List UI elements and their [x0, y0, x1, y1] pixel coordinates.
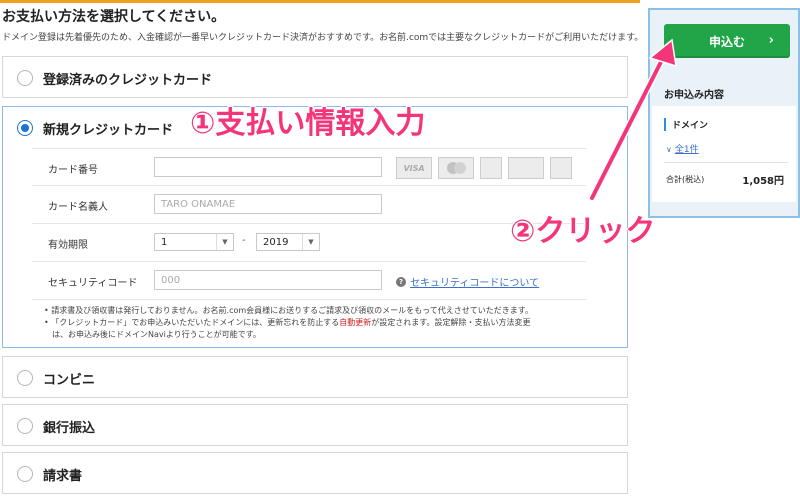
method-head: 請求書	[17, 463, 82, 485]
page-title: お支払い方法を選択してください。	[2, 9, 226, 25]
amex-logo-icon	[550, 157, 572, 179]
expiry-year-value: 2019	[263, 236, 289, 248]
mastercard-logo-icon	[438, 157, 474, 179]
method-head: コンビニ	[17, 367, 95, 389]
expiry-year-select[interactable]: 2019 ▼	[256, 233, 320, 251]
security-label: セキュリティコード	[48, 278, 138, 289]
page-subtext: ドメイン登録は先着優先のため、入金確認が一番早いクレジットカード決済がおすすめで…	[2, 33, 644, 43]
radio-invoice[interactable]	[17, 466, 33, 482]
method-head: 新規クレジットカード	[17, 117, 173, 139]
auto-renew-text: 自動更新	[339, 318, 372, 327]
method-bank[interactable]: 銀行振込	[2, 404, 628, 446]
note-line: は、お申込み後にドメインNaviより行うことが可能です。	[52, 330, 261, 339]
apply-label: 申込む	[708, 34, 745, 49]
annotation-step1: ①支払い情報入力	[189, 105, 426, 142]
note-line: • 請求書及び領収書は発行しておりません。お名前.com会員様にお送りするご請求…	[44, 306, 533, 315]
card-name-row: カード名義人	[32, 186, 586, 224]
payment-notes: • 請求書及び領収書は発行しておりません。お名前.com会員様にお送りするご請求…	[44, 305, 533, 341]
domain-count-text: 全1件	[674, 145, 699, 155]
method-label: 新規クレジットカード	[43, 122, 174, 138]
note-text: • 「クレジットカード」でお申込みいただいたドメインには、更新忘れを防止する	[44, 318, 340, 327]
expiry-row: 有効期限 1 ▼ - 2019 ▼	[32, 224, 586, 262]
order-sidebar: 申込む › お申込み内容 ドメイン ∨ 全1件 合計(税込) 1,058円	[648, 8, 800, 218]
method-label: 銀行振込	[43, 420, 96, 436]
summary-domain-label: ドメイン	[664, 118, 708, 131]
radio-convenience[interactable]	[17, 370, 33, 386]
method-label: 請求書	[43, 468, 83, 484]
method-registered-card[interactable]: 登録済みのクレジットカード	[2, 56, 628, 98]
domain-count-link[interactable]: ∨ 全1件	[666, 142, 699, 155]
radio-new-card[interactable]	[17, 120, 33, 136]
method-convenience[interactable]: コンビニ	[2, 356, 628, 398]
security-help-link[interactable]: ? セキュリティコードについて	[396, 274, 539, 289]
method-label: コンビニ	[43, 372, 96, 388]
card-name-label: カード名義人	[48, 202, 108, 213]
total-label: 合計(税込)	[666, 175, 705, 184]
expiry-label: 有効期限	[48, 240, 88, 251]
security-row: セキュリティコード ? セキュリティコードについて	[32, 262, 586, 300]
chevron-down-icon: ▼	[302, 234, 319, 250]
card-name-input[interactable]	[154, 194, 382, 214]
total-value: 1,058円	[742, 176, 784, 187]
chevron-down-icon: ▼	[216, 234, 233, 250]
radio-registered-card[interactable]	[17, 70, 33, 86]
visa-logo-icon: VISA	[396, 157, 432, 179]
summary-panel: ドメイン ∨ 全1件 合計(税込) 1,058円	[652, 106, 796, 202]
apply-button[interactable]: 申込む ›	[664, 24, 790, 58]
card-logos: VISA	[396, 157, 572, 179]
card-number-label: カード番号	[48, 165, 98, 176]
summary-divider	[664, 162, 788, 163]
radio-bank[interactable]	[17, 418, 33, 434]
question-icon: ?	[396, 276, 406, 287]
jcb-logo-icon	[480, 157, 502, 179]
expiry-month-value: 1	[161, 236, 168, 248]
note-line: • 「クレジットカード」でお申込みいただいたドメインには、更新忘れを防止する自動…	[44, 317, 533, 329]
chevron-down-icon: ∨	[666, 145, 672, 154]
method-head: 登録済みのクレジットカード	[17, 67, 212, 89]
expiry-month-select[interactable]: 1 ▼	[154, 233, 234, 251]
security-code-input[interactable]	[154, 270, 382, 290]
chevron-right-icon: ›	[768, 33, 774, 48]
note-text: が設定されます。設定解除・支払い方法変更	[371, 318, 531, 327]
summary-title: お申込み内容	[664, 90, 724, 101]
method-invoice[interactable]: 請求書	[2, 452, 628, 494]
card-number-input[interactable]	[154, 157, 382, 177]
diners-logo-icon	[508, 157, 544, 179]
security-help-text: セキュリティコードについて	[410, 278, 540, 289]
top-rule	[0, 0, 640, 3]
method-label: 登録済みのクレジットカード	[43, 72, 213, 88]
method-head: 銀行振込	[17, 415, 95, 437]
card-number-row: カード番号 VISA	[32, 148, 586, 186]
expiry-separator: -	[242, 235, 246, 246]
annotation-step2: ②クリック	[509, 213, 656, 250]
